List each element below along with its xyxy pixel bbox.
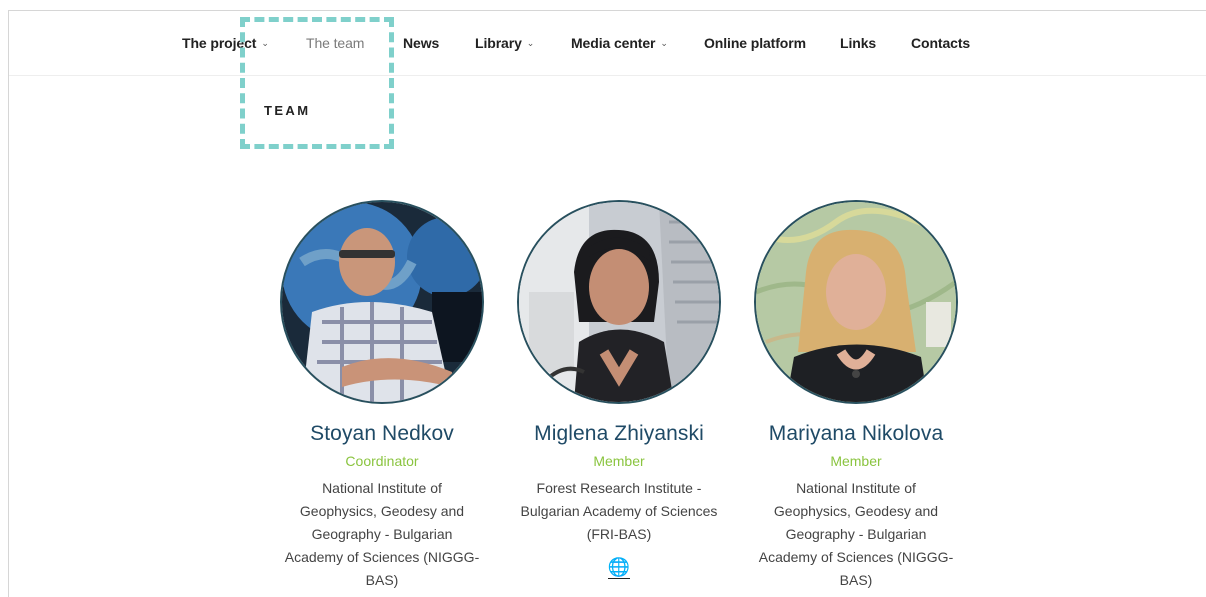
nav-item-media-center[interactable]: Media center ⌄ xyxy=(571,35,668,51)
person-photo-icon xyxy=(519,202,719,402)
nav-item-label: Links xyxy=(840,35,877,51)
member-role: Coordinator xyxy=(345,453,419,469)
member-organization: National Institute of Geophysics, Geodes… xyxy=(758,480,954,588)
nav-item-news[interactable]: News xyxy=(403,35,439,51)
person-photo-icon xyxy=(282,202,482,402)
main-navigation: The project ⌄ The team News Library ⌄ Medi… xyxy=(9,11,1206,76)
member-name: Stoyan Nedkov xyxy=(310,422,454,445)
member-organization: National Institute of Geophysics, Geodes… xyxy=(284,480,480,588)
member-organization: Forest Research Institute - Bulgarian Ac… xyxy=(520,480,718,542)
nav-item-label: Library xyxy=(475,35,522,51)
member-role: Member xyxy=(593,453,645,469)
avatar xyxy=(754,200,958,404)
nav-item-label: The team xyxy=(306,35,365,51)
avatar xyxy=(517,200,721,404)
nav-item-label: News xyxy=(403,35,440,51)
nav-item-the-project[interactable]: The project ⌄ xyxy=(182,35,269,51)
nav-item-label: Online platform xyxy=(704,35,806,51)
chevron-down-icon: ⌄ xyxy=(526,38,535,48)
person-photo-icon xyxy=(756,202,956,402)
chevron-down-icon: ⌄ xyxy=(261,38,269,48)
page-title: TEAM xyxy=(264,103,311,118)
chevron-down-icon: ⌄ xyxy=(660,38,668,48)
frame-left-border xyxy=(8,10,9,597)
nav-item-label: Media center xyxy=(571,35,656,51)
page: The project ⌄ The team News Library ⌄ Medi… xyxy=(0,0,1206,597)
nav-item-online-platform[interactable]: Online platform xyxy=(704,35,806,51)
team-member-card: Stoyan Nedkov Coordinator National Insti… xyxy=(262,200,502,592)
globe-icon[interactable]: 🌐 xyxy=(607,558,631,579)
nav-item-label: Contacts xyxy=(911,35,971,51)
member-name: Mariyana Nikolova xyxy=(768,422,944,445)
nav-item-links[interactable]: Links xyxy=(840,35,876,51)
team-member-card: Mariyana Nikolova Member National Instit… xyxy=(736,200,976,592)
nav-item-label: The project xyxy=(182,35,257,51)
member-name: Miglena Zhiyanski xyxy=(534,422,704,445)
nav-item-contacts[interactable]: Contacts xyxy=(911,35,970,51)
nav-item-library[interactable]: Library ⌄ xyxy=(475,35,534,51)
avatar xyxy=(280,200,484,404)
nav-item-the-team[interactable]: The team xyxy=(306,35,364,51)
member-role: Member xyxy=(830,453,882,469)
team-member-card: Miglena Zhiyanski Member Forest Research… xyxy=(499,200,739,579)
